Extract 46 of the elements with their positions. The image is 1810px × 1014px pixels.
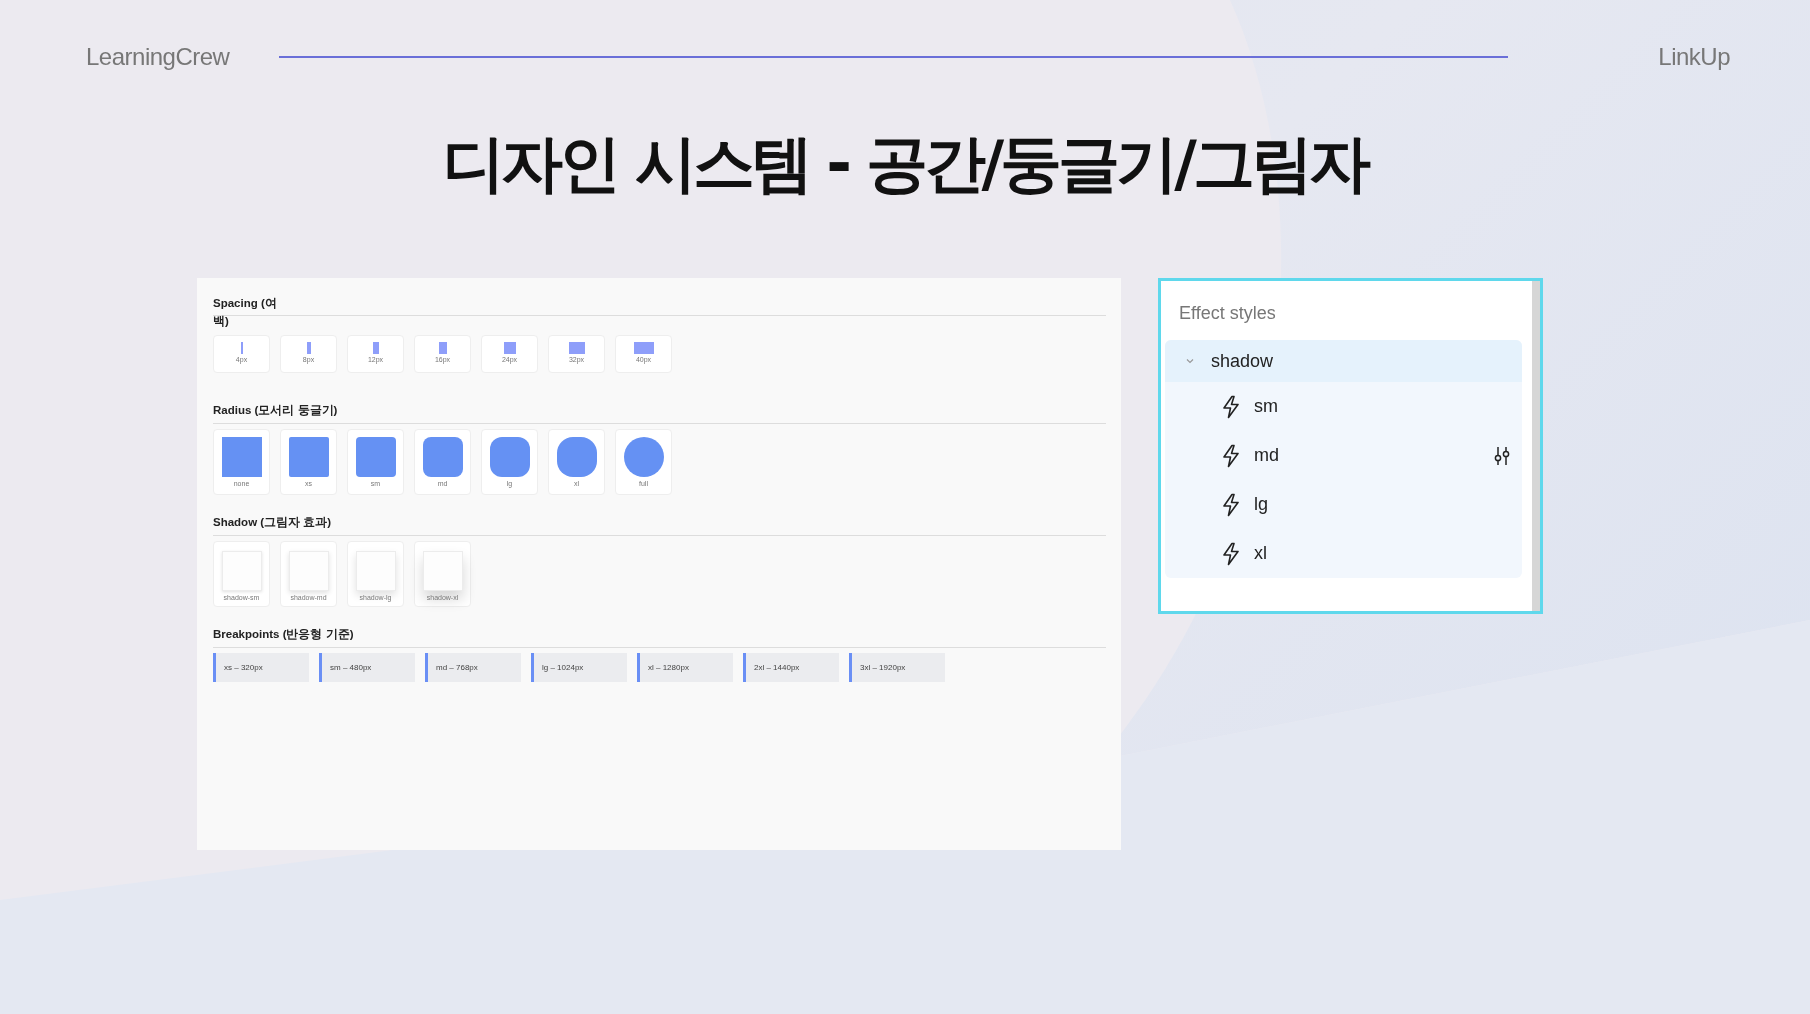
style-name: lg: [1254, 494, 1268, 515]
panel-title: Effect styles: [1178, 303, 1277, 325]
lightning-icon: [1221, 492, 1241, 517]
lightning-icon: [1221, 394, 1241, 419]
lightning-icon: [1221, 443, 1241, 468]
breakpoint-chip: sm – 480px: [319, 653, 415, 682]
radius-shape: [355, 437, 396, 477]
spacing-bar: [568, 342, 585, 354]
spacing-bar: [372, 342, 379, 354]
spacing-bar: [633, 342, 654, 354]
spacing-bar: [503, 342, 516, 354]
spacing-bar: [306, 342, 311, 354]
section-heading: Shadow (그림자 효과): [213, 513, 1106, 536]
section-heading: Radius (모서리 둥글기): [213, 401, 1106, 424]
style-name: md: [1254, 445, 1279, 466]
lightning-icon: [1221, 541, 1241, 566]
scrollbar[interactable]: [1532, 281, 1540, 611]
shadow-sample: [422, 551, 463, 591]
breakpoint-chip: xl – 1280px: [637, 653, 733, 682]
brand-logo: LinkUp: [1658, 43, 1730, 71]
effect-style-item[interactable]: sm: [1165, 382, 1522, 431]
breakpoint-chip: md – 768px: [425, 653, 521, 682]
radius-shape: [556, 437, 597, 477]
radius-shape: [221, 437, 262, 477]
breakpoint-chip: 2xl – 1440px: [743, 653, 839, 682]
effect-style-item[interactable]: xl: [1165, 529, 1522, 578]
breakpoint-chip: lg – 1024px: [531, 653, 627, 682]
radius-shape: [288, 437, 329, 477]
style-group-row[interactable]: shadow: [1165, 340, 1522, 382]
spacing-bar: [438, 342, 447, 354]
section-heading: Spacing (여백): [213, 296, 278, 329]
adjust-icon[interactable]: [1492, 445, 1512, 466]
effect-style-item[interactable]: md: [1165, 431, 1522, 480]
radius-shape: [422, 437, 463, 477]
radius-shape: [623, 437, 664, 477]
breakpoint-chip: 3xl – 1920px: [849, 653, 945, 682]
style-name: xl: [1254, 543, 1267, 564]
style-name: sm: [1254, 396, 1278, 417]
radius-shape: [489, 437, 530, 477]
effect-style-item[interactable]: lg: [1165, 480, 1522, 529]
shadow-sample: [355, 551, 396, 591]
breakpoint-chip: xs – 320px: [213, 653, 309, 682]
spacing-bar: [240, 342, 243, 354]
brand-logo: LearningCrew: [86, 43, 230, 71]
slide-title: 디자인 시스템 - 공간/둥글기/그림자: [442, 126, 1369, 202]
section-heading: Breakpoints (반응형 기준): [213, 625, 1106, 648]
